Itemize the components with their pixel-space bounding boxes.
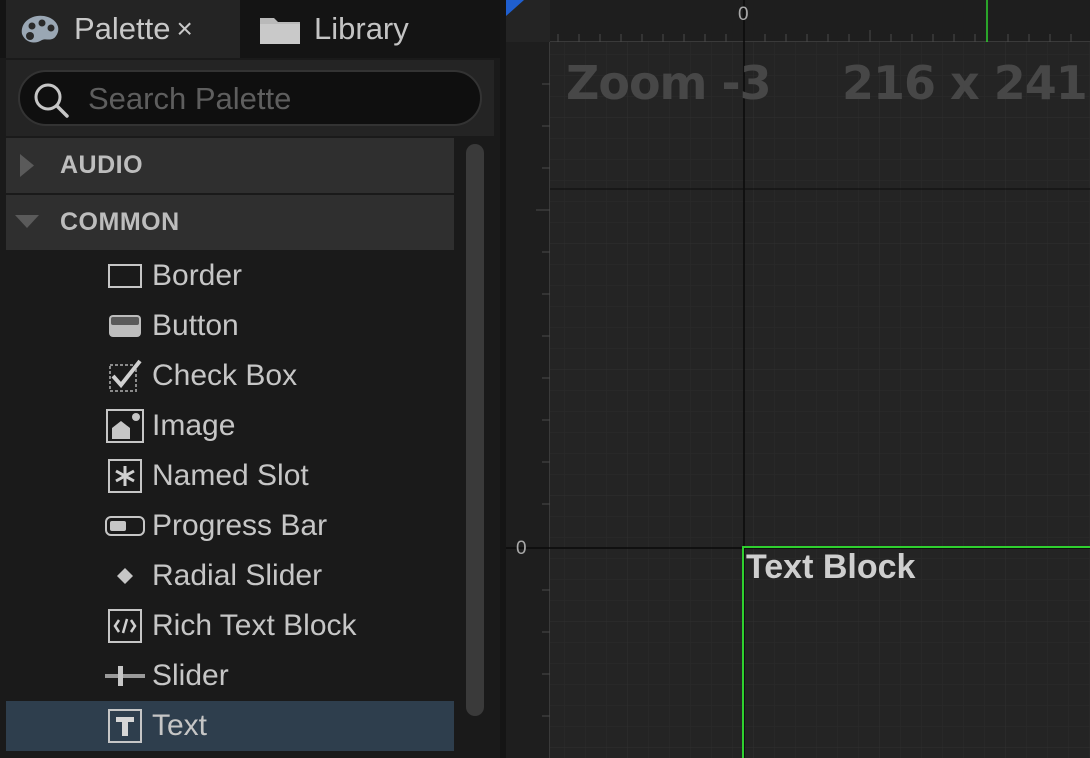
list-item-button[interactable]: Button <box>6 301 454 351</box>
category-label: COMMON <box>60 208 180 236</box>
tab-bar: Palette × Library <box>0 0 500 58</box>
category-common[interactable]: COMMON <box>6 195 454 250</box>
tab-library-label: Library <box>314 11 409 46</box>
zoom-level: Zoom -3 <box>566 56 772 110</box>
slider-icon <box>104 656 146 696</box>
list-item-progress-bar[interactable]: Progress Bar <box>6 501 454 551</box>
item-label: Radial Slider <box>152 559 323 592</box>
tab-palette-label: Palette <box>74 11 171 46</box>
item-label: Image <box>152 409 236 442</box>
search-bar <box>6 60 494 136</box>
search-input[interactable] <box>86 78 470 120</box>
list-item-border[interactable]: Border <box>6 251 454 301</box>
rich-text-icon <box>104 606 146 646</box>
button-icon <box>104 306 146 346</box>
text-icon <box>104 706 146 746</box>
image-icon <box>104 406 146 446</box>
ruler-top-origin: 0 <box>738 4 749 25</box>
item-label: Button <box>152 309 239 342</box>
item-label: Text <box>152 709 208 742</box>
palette-list: AUDIO COMMON Border Button Check Box Ima… <box>6 138 454 758</box>
search-box[interactable] <box>18 70 482 126</box>
folder-icon <box>258 12 302 46</box>
tab-library[interactable]: Library <box>246 0 466 58</box>
category-audio[interactable]: AUDIO <box>6 138 454 193</box>
item-label: Named Slot <box>152 459 309 492</box>
progress-bar-icon <box>104 506 146 546</box>
item-label: Check Box <box>152 359 298 392</box>
list-item-slider[interactable]: Slider <box>6 651 454 701</box>
border-icon <box>104 256 146 296</box>
widget-size: 216 x 241 <box>842 56 1088 110</box>
ruler-left <box>506 42 550 758</box>
list-item-named-slot[interactable]: Named Slot <box>6 451 454 501</box>
list-item-image[interactable]: Image <box>6 401 454 451</box>
item-label: Slider <box>152 659 229 692</box>
text-block-widget[interactable]: Text Block <box>746 548 915 587</box>
list-item-radial-slider[interactable]: Radial Slider <box>6 551 454 601</box>
item-label: Border <box>152 259 243 292</box>
chevron-right-icon <box>6 138 60 193</box>
search-icon <box>34 83 69 118</box>
category-label: AUDIO <box>60 151 144 179</box>
list-item-check-box[interactable]: Check Box <box>6 351 454 401</box>
list-item-text[interactable]: Text <box>6 701 454 751</box>
designer-viewport[interactable]: 0 0 Zoom -3 216 x 241 Text Block <box>506 0 1090 758</box>
item-label: Progress Bar <box>152 509 328 542</box>
designer-grid <box>506 0 1090 758</box>
ruler-top <box>550 0 1090 42</box>
chevron-down-icon <box>6 195 60 250</box>
ruler-left-origin: 0 <box>516 538 527 559</box>
named-slot-icon <box>104 456 146 496</box>
close-icon[interactable]: × <box>177 13 193 45</box>
item-label: Rich Text Block <box>152 609 357 642</box>
list-item-rich-text-block[interactable]: Rich Text Block <box>6 601 454 651</box>
checkbox-icon <box>104 356 146 396</box>
radial-slider-icon <box>104 556 146 596</box>
tab-palette[interactable]: Palette × <box>6 0 240 58</box>
scrollbar[interactable] <box>466 144 484 716</box>
palette-icon <box>18 12 62 46</box>
palette-panel: Palette × Library Search Palette AUDIO C… <box>0 0 500 758</box>
